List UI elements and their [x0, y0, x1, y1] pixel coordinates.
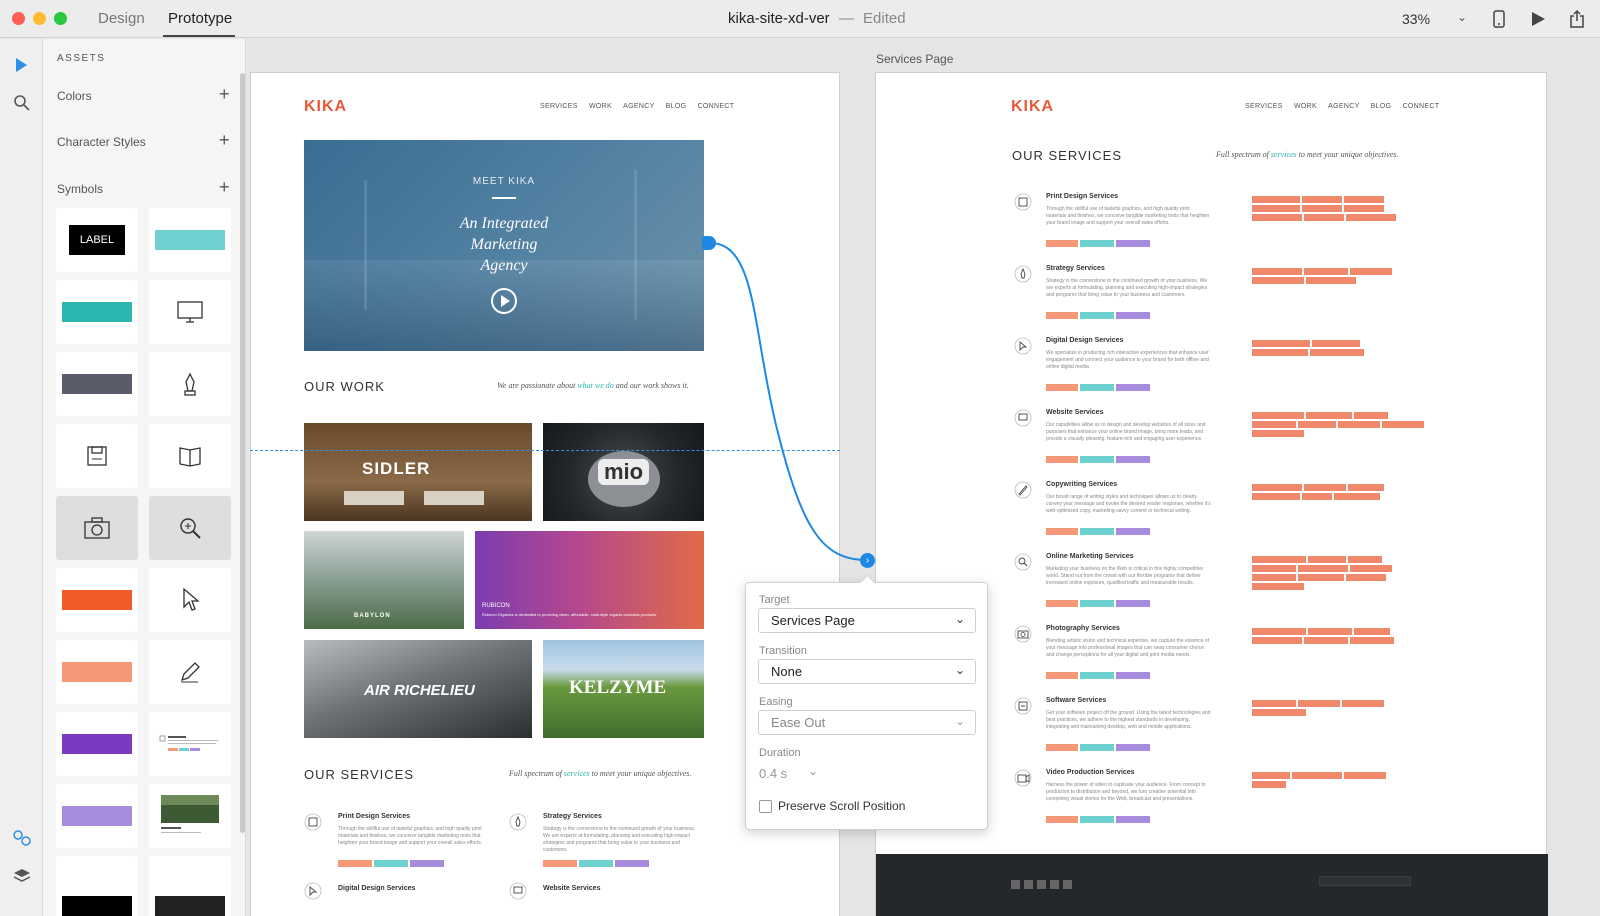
- device-preview-icon[interactable]: [1492, 10, 1506, 28]
- tab-design[interactable]: Design: [98, 10, 145, 27]
- forest-card-thumbnail-icon: [161, 795, 219, 833]
- transition-label: Transition: [759, 645, 807, 657]
- assets-panel: ASSETS Colors + Character Styles + Symbo…: [43, 39, 246, 916]
- magnifier-icon: [180, 518, 201, 539]
- symbol-book[interactable]: [149, 424, 231, 488]
- title-separator: —: [838, 10, 854, 27]
- symbol-monitor[interactable]: [149, 280, 231, 344]
- duration-stepper[interactable]: 0.4 s ⌄: [758, 764, 820, 786]
- service-row-thumbnail-icon: [159, 735, 218, 751]
- floppy-disk-icon: [87, 446, 107, 466]
- layers-icon[interactable]: [12, 867, 32, 885]
- xd-app-window: Design Prototype kika-site-xd-ver — Edit…: [0, 0, 1600, 916]
- title-bar: Design Prototype kika-site-xd-ver — Edit…: [0, 0, 1600, 38]
- target-chevron-down-icon: ⌄: [954, 612, 965, 626]
- easing-chevron-down-icon: ⌄: [954, 714, 965, 728]
- symbol-forest-card[interactable]: [149, 784, 231, 848]
- duration-value: 0.4 s: [759, 766, 788, 781]
- assets-tool-icon[interactable]: [12, 829, 32, 847]
- symbol-teal-bar[interactable]: [56, 280, 138, 344]
- symbol-purple-bar[interactable]: [56, 712, 138, 776]
- symbol-magnifier[interactable]: [149, 496, 231, 560]
- zoom-level[interactable]: 33%: [1402, 11, 1430, 27]
- add-character-style-button[interactable]: +: [219, 131, 230, 149]
- colors-section-label[interactable]: Colors: [57, 89, 92, 103]
- pen-icon: [180, 662, 200, 683]
- open-book-icon: [179, 447, 201, 467]
- share-icon[interactable]: [1568, 9, 1586, 29]
- document-status: Edited: [863, 10, 906, 27]
- preserve-scroll-checkbox[interactable]: [759, 800, 772, 813]
- symbol-slate-bar[interactable]: [56, 352, 138, 416]
- target-label: Target: [759, 594, 790, 606]
- easing-label: Easing: [759, 696, 793, 708]
- symbol-light-teal-bar[interactable]: [149, 208, 231, 272]
- zoom-window-button[interactable]: [54, 12, 67, 25]
- symbol-orange-bar[interactable]: [56, 568, 138, 632]
- symbol-pointer[interactable]: [149, 568, 231, 632]
- symbol-pen[interactable]: [149, 640, 231, 704]
- cursor-pointer-icon: [183, 587, 200, 611]
- assets-header: ASSETS: [57, 53, 106, 64]
- easing-select[interactable]: Ease Out ⌄: [758, 710, 976, 735]
- search-icon[interactable]: [13, 94, 31, 112]
- symbol-footer[interactable]: [149, 856, 231, 916]
- symbol-chess-piece[interactable]: [149, 352, 231, 416]
- assets-scrollbar[interactable]: [240, 73, 245, 833]
- transition-select[interactable]: None ⌄: [758, 659, 976, 684]
- link-target-arrow-icon[interactable]: ›: [860, 553, 875, 568]
- add-color-button[interactable]: +: [219, 85, 230, 103]
- add-symbol-button[interactable]: +: [219, 178, 230, 196]
- duration-label: Duration: [759, 747, 801, 759]
- tab-prototype[interactable]: Prototype: [168, 10, 232, 27]
- symbol-lavender-bar[interactable]: [56, 784, 138, 848]
- document-name: kika-site-xd-ver: [728, 10, 830, 27]
- select-tool-icon[interactable]: [14, 57, 28, 73]
- link-handle[interactable]: [702, 236, 716, 250]
- symbol-camera[interactable]: [56, 496, 138, 560]
- monitor-icon: [177, 301, 203, 323]
- duration-chevron-down-icon: ⌄: [807, 764, 818, 778]
- tool-strip: [0, 39, 43, 916]
- character-styles-section-label[interactable]: Character Styles: [57, 135, 146, 149]
- document-title: kika-site-xd-ver — Edited: [728, 10, 906, 27]
- minimize-window-button[interactable]: [33, 12, 46, 25]
- zoom-dropdown-chevron-icon[interactable]: ⌄: [1457, 10, 1467, 24]
- symbol-service-row[interactable]: [149, 712, 231, 776]
- easing-select-value: Ease Out: [771, 715, 826, 730]
- symbol-label-text: LABEL: [69, 225, 125, 255]
- transition-select-value: None: [771, 664, 803, 679]
- active-tab-underline: [163, 35, 235, 37]
- close-window-button[interactable]: [12, 12, 25, 25]
- transition-chevron-down-icon: ⌄: [954, 663, 965, 677]
- prototype-interaction-popover: Target Services Page ⌄ Transition None ⌄ E…: [745, 574, 988, 830]
- chess-bishop-icon: [184, 372, 196, 396]
- symbol-black-bar[interactable]: [56, 856, 138, 916]
- preserve-scroll-label: Preserve Scroll Position: [778, 799, 906, 813]
- symbol-label[interactable]: LABEL: [56, 208, 138, 272]
- target-select-value: Services Page: [771, 613, 855, 628]
- camera-icon: [84, 517, 110, 539]
- symbol-floppy[interactable]: [56, 424, 138, 488]
- play-preview-icon[interactable]: [1530, 11, 1546, 27]
- target-select[interactable]: Services Page ⌄: [758, 608, 976, 633]
- symbol-salmon-bar[interactable]: [56, 640, 138, 704]
- symbols-section-label[interactable]: Symbols: [57, 182, 103, 196]
